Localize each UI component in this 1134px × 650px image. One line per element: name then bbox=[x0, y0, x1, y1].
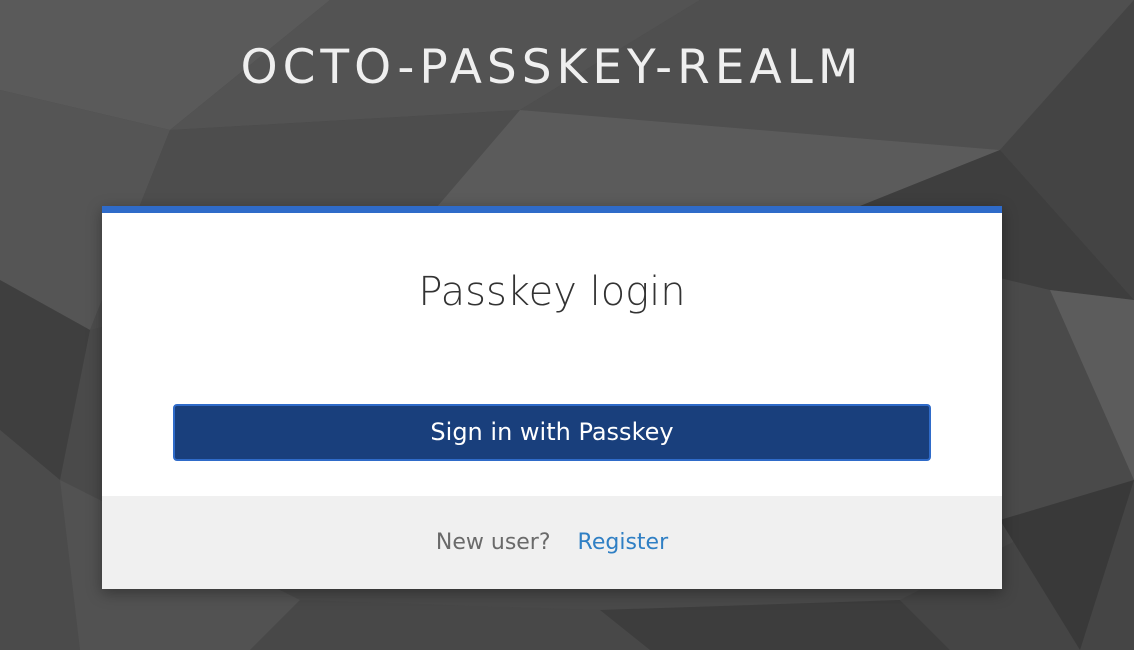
card-accent-bar bbox=[102, 206, 1002, 213]
login-page: OCTO-PASSKEY-REALM Passkey login Sign in… bbox=[0, 0, 1134, 650]
new-user-text: New user? bbox=[435, 530, 551, 555]
login-heading: Passkey login bbox=[418, 269, 686, 315]
realm-title: OCTO-PASSKEY-REALM bbox=[240, 40, 864, 95]
login-card: Passkey login Sign in with Passkey New u… bbox=[102, 206, 1002, 589]
register-link[interactable]: Register bbox=[578, 530, 669, 555]
card-footer: New user? Register bbox=[102, 496, 1002, 589]
sign-in-with-passkey-button[interactable]: Sign in with Passkey bbox=[173, 404, 931, 461]
